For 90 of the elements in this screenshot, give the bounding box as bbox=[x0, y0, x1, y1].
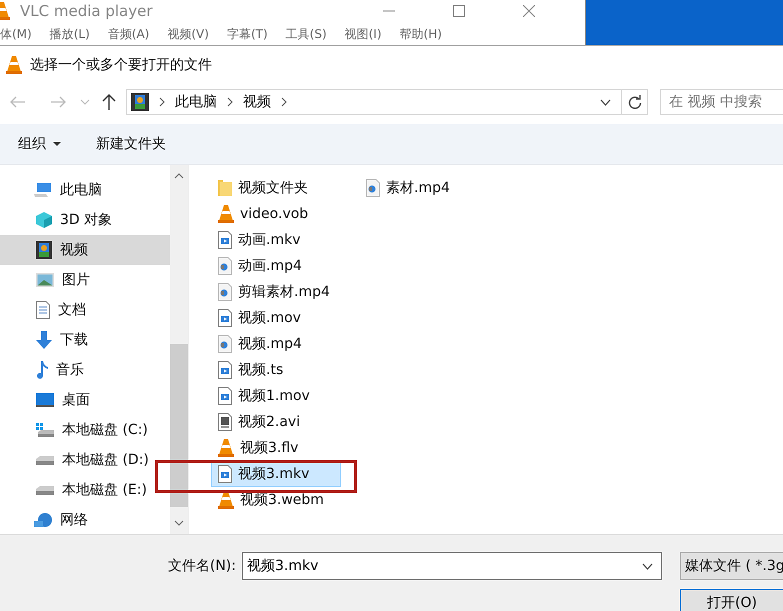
down-arrow-icon bbox=[36, 331, 52, 349]
media-file-icon bbox=[218, 283, 232, 301]
cube-icon bbox=[36, 212, 52, 228]
search-field[interactable]: 在 视频 中搜索 bbox=[660, 89, 783, 115]
menu-item[interactable]: 音频(A) bbox=[108, 26, 150, 43]
forward-arrow-icon[interactable] bbox=[50, 96, 66, 108]
music-note-icon bbox=[36, 361, 48, 379]
cone-icon bbox=[6, 56, 22, 74]
file-type-dropdown[interactable]: 媒体文件 ( *.3g bbox=[680, 552, 783, 580]
nav-item[interactable]: 此电脑 bbox=[0, 175, 170, 205]
menu-item[interactable]: 字幕(T) bbox=[226, 26, 268, 43]
chevron-right-icon bbox=[227, 97, 233, 107]
file-item[interactable]: video.vob bbox=[211, 201, 341, 227]
video-file-icon bbox=[218, 387, 232, 405]
nav-item[interactable]: 本地磁盘 (D:) bbox=[0, 445, 170, 475]
cone-icon bbox=[218, 491, 234, 509]
maximize-icon[interactable] bbox=[453, 5, 465, 17]
film-icon bbox=[36, 241, 52, 259]
menu-item[interactable]: 播放(L) bbox=[50, 26, 90, 43]
nav-item[interactable]: 文档 bbox=[0, 295, 170, 325]
caret-icon bbox=[53, 142, 61, 146]
cone-icon bbox=[218, 205, 234, 223]
file-item[interactable]: 视频1.mov bbox=[211, 383, 341, 409]
document-icon bbox=[36, 301, 50, 319]
chevron-right-icon bbox=[281, 97, 287, 107]
menu-item[interactable]: 工具(S) bbox=[286, 26, 327, 43]
film-icon bbox=[131, 93, 149, 111]
film-file-icon bbox=[218, 413, 232, 431]
close-icon[interactable] bbox=[523, 5, 535, 17]
nav-item[interactable]: 本地磁盘 (C:) bbox=[0, 415, 170, 445]
chevron-right-icon bbox=[159, 97, 165, 107]
video-file-icon bbox=[218, 465, 232, 483]
media-file-icon bbox=[218, 257, 232, 275]
file-item[interactable]: 视频文件夹 bbox=[211, 175, 341, 201]
scrollbar[interactable] bbox=[170, 165, 188, 534]
chevron-down-icon[interactable] bbox=[600, 98, 611, 106]
breadcrumb[interactable]: 视频 bbox=[243, 93, 271, 111]
filename-field[interactable]: 视频3.mkv bbox=[242, 552, 662, 580]
file-item[interactable]: 动画.mp4 bbox=[211, 253, 341, 279]
back-arrow-icon[interactable] bbox=[10, 96, 26, 108]
file-item[interactable]: 视频3.flv bbox=[211, 435, 341, 461]
breadcrumb[interactable]: 此电脑 bbox=[175, 93, 217, 111]
address-bar[interactable]: 此电脑 视频 bbox=[126, 89, 622, 115]
nav-item[interactable]: 3D 对象 bbox=[0, 205, 170, 235]
menu-item[interactable]: 体(M) bbox=[0, 26, 32, 43]
file-item[interactable]: 视频3.webm bbox=[211, 487, 341, 513]
drive-icon bbox=[36, 455, 54, 465]
drive-icon bbox=[36, 423, 54, 437]
file-item[interactable]: 剪辑素材.mp4 bbox=[211, 279, 341, 305]
globe-icon bbox=[34, 512, 52, 528]
menu-item[interactable]: 视频(V) bbox=[167, 26, 209, 43]
drive-icon bbox=[36, 485, 54, 495]
folder-icon bbox=[218, 179, 232, 197]
cone-icon bbox=[218, 439, 234, 457]
chevron-down-icon[interactable] bbox=[174, 520, 184, 526]
nav-item[interactable]: 音乐 bbox=[0, 355, 170, 385]
media-file-icon bbox=[366, 179, 380, 197]
menu-item[interactable]: 帮助(H) bbox=[400, 26, 442, 43]
dialog-title: 选择一个或多个要打开的文件 bbox=[30, 56, 212, 74]
nav-item[interactable]: 视频 bbox=[0, 235, 170, 265]
picture-frame-icon bbox=[36, 273, 54, 287]
window-title: VLC media player bbox=[20, 2, 153, 20]
file-item[interactable]: 视频3.mkv bbox=[211, 461, 341, 487]
file-item[interactable]: 视频2.avi bbox=[211, 409, 341, 435]
media-file-icon bbox=[218, 335, 232, 353]
chevron-up-icon[interactable] bbox=[174, 173, 184, 179]
open-button[interactable]: 打开(O) bbox=[680, 589, 783, 611]
file-item[interactable]: 动画.mkv bbox=[211, 227, 341, 253]
file-item[interactable]: 素材.mp4 bbox=[359, 175, 489, 201]
monitor-icon bbox=[36, 393, 54, 407]
up-arrow-icon[interactable] bbox=[102, 94, 116, 110]
nav-item[interactable]: 本地磁盘 (E:) bbox=[0, 475, 170, 505]
filename-label: 文件名(N): bbox=[166, 557, 236, 575]
file-item[interactable]: 视频.ts bbox=[211, 357, 341, 383]
new-folder-button[interactable]: 新建文件夹 bbox=[96, 135, 166, 153]
video-file-icon bbox=[218, 361, 232, 379]
nav-item[interactable]: 网络 bbox=[0, 505, 170, 534]
nav-item[interactable]: 图片 bbox=[0, 265, 170, 295]
chevron-down-icon[interactable] bbox=[642, 563, 653, 570]
video-file-icon bbox=[218, 231, 232, 249]
file-item[interactable]: 视频.mp4 bbox=[211, 331, 341, 357]
menu-item[interactable]: 视图(I) bbox=[344, 26, 382, 43]
refresh-icon bbox=[628, 95, 642, 109]
refresh-button[interactable] bbox=[622, 89, 648, 115]
video-file-icon bbox=[218, 309, 232, 327]
file-item[interactable]: 视频.mov bbox=[211, 305, 341, 331]
computer-icon bbox=[34, 183, 52, 197]
nav-item[interactable]: 下载 bbox=[0, 325, 170, 355]
organize-button[interactable]: 组织 bbox=[18, 135, 46, 153]
nav-item[interactable]: 桌面 bbox=[0, 385, 170, 415]
